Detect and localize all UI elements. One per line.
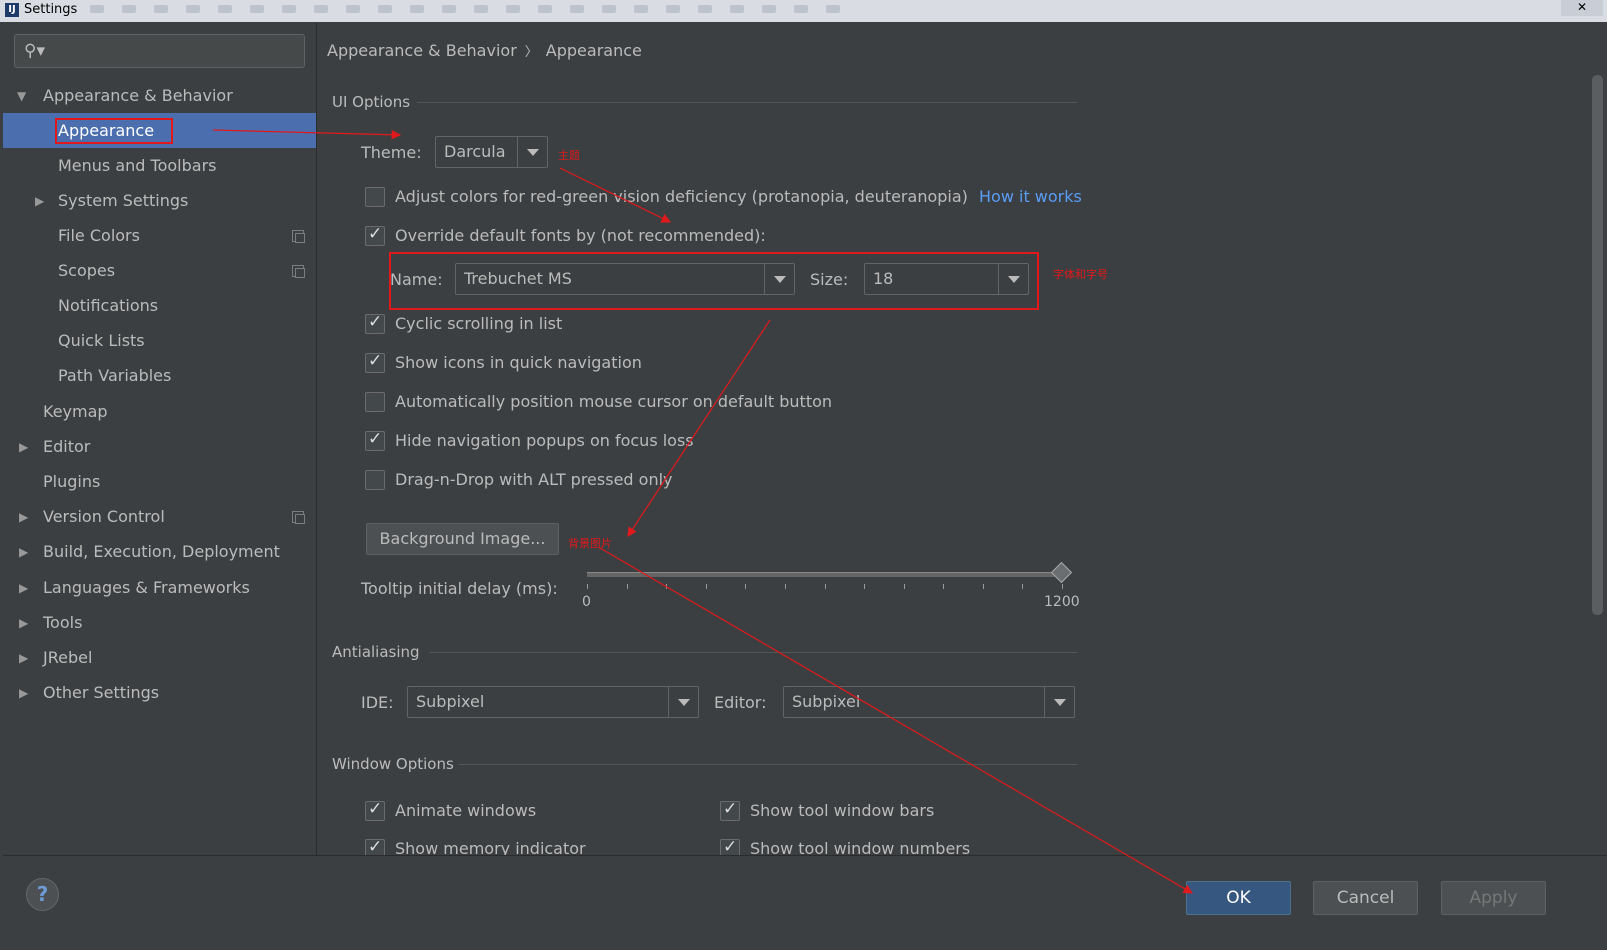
editor-aa-select[interactable]: Subpixel: [783, 686, 1075, 718]
sidebar-item-quick-lists[interactable]: Quick Lists: [58, 323, 145, 358]
background-image-button[interactable]: Background Image...: [366, 523, 559, 555]
collapsed-arrow-icon[interactable]: ▶: [19, 545, 28, 559]
ide-aa-select[interactable]: Subpixel: [407, 686, 699, 718]
auto-position-checkbox[interactable]: [365, 392, 385, 412]
show-icons-checkbox[interactable]: [365, 351, 385, 373]
auto-position-label: Automatically position mouse cursor on d…: [395, 392, 833, 411]
ide-aa-value: Subpixel: [416, 692, 485, 711]
sidebar-item-notifications[interactable]: Notifications: [58, 288, 158, 323]
sidebar-item-editor[interactable]: Editor: [43, 429, 90, 464]
slider-thumb[interactable]: [1050, 561, 1073, 584]
collapsed-arrow-icon[interactable]: ▶: [19, 616, 28, 630]
sidebar-item-scopes[interactable]: Scopes: [58, 253, 115, 288]
sidebar-item-jrebel[interactable]: JRebel: [43, 640, 92, 675]
collapsed-arrow-icon[interactable]: ▶: [19, 510, 28, 524]
search-input[interactable]: ⚲▾: [14, 34, 305, 68]
ok-button[interactable]: OK: [1186, 881, 1291, 915]
cyclic-scrolling-label: Cyclic scrolling in list: [395, 314, 563, 333]
editor-aa-label: Editor:: [714, 693, 767, 712]
hide-popups-label: Hide navigation popups on focus loss: [395, 431, 694, 450]
settings-content: Appearance & Behavior 〉 Appearance UI Opti…: [317, 23, 1607, 859]
expanded-arrow-icon[interactable]: ▼: [17, 89, 26, 103]
collapsed-arrow-icon[interactable]: ▶: [19, 686, 28, 700]
section-divider: [459, 764, 1077, 765]
annotation-font-note: 字体和字号: [1053, 268, 1108, 281]
theme-label: Theme:: [361, 143, 422, 162]
vertical-scrollbar[interactable]: [1592, 75, 1603, 615]
collapsed-arrow-icon[interactable]: ▶: [19, 581, 28, 595]
drag-drop-checkbox[interactable]: [365, 470, 385, 490]
sidebar-item-tools[interactable]: Tools: [43, 605, 82, 640]
annotation-bg-note: 背景图片: [568, 537, 612, 550]
sidebar-item-file-colors[interactable]: File Colors: [58, 218, 140, 253]
sidebar-item-languages[interactable]: Languages & Frameworks: [43, 570, 250, 605]
breadcrumb-parent[interactable]: Appearance & Behavior: [327, 41, 517, 60]
background-toolbar-icons: [90, 2, 870, 13]
chevron-down-icon: [517, 137, 547, 167]
sidebar-item-path-variables[interactable]: Path Variables: [58, 358, 171, 393]
section-ui-options: UI Options: [332, 93, 411, 111]
section-divider: [429, 652, 1077, 653]
show-tool-window-bars-checkbox[interactable]: [720, 799, 740, 821]
tooltip-delay-label: Tooltip initial delay (ms):: [361, 579, 558, 598]
animate-windows-label: Animate windows: [395, 801, 537, 820]
show-icons-label: Show icons in quick navigation: [395, 353, 642, 372]
breadcrumb: Appearance & Behavior 〉 Appearance: [327, 41, 642, 60]
collapsed-arrow-icon[interactable]: ▶: [35, 194, 44, 208]
how-it-works-link[interactable]: How it works: [979, 187, 1082, 206]
help-button[interactable]: ?: [26, 878, 59, 911]
drag-drop-label: Drag-n-Drop with ALT pressed only: [395, 470, 673, 489]
annotation-box-appearance: [55, 118, 173, 144]
settings-sidebar: ⚲▾ ▼ Appearance & Behavior Appearance Me…: [3, 23, 317, 855]
apply-button[interactable]: Apply: [1441, 881, 1546, 915]
editor-aa-value: Subpixel: [792, 692, 861, 711]
override-fonts-label: Override default fonts by (not recommend…: [395, 226, 766, 245]
override-fonts-checkbox[interactable]: [365, 224, 385, 246]
search-icon: ⚲▾: [24, 41, 45, 61]
section-window-options: Window Options: [332, 755, 454, 773]
show-tool-window-bars-label: Show tool window bars: [750, 801, 935, 820]
window-title: Settings: [24, 2, 78, 17]
animate-windows-checkbox[interactable]: [365, 799, 385, 821]
theme-value: Darcula: [444, 142, 506, 161]
window-close-button[interactable]: ✕: [1561, 0, 1603, 16]
sidebar-item-system-settings[interactable]: System Settings: [58, 183, 188, 218]
sidebar-item-keymap[interactable]: Keymap: [43, 394, 108, 429]
section-antialiasing: Antialiasing: [332, 643, 420, 661]
annotation-box-font: [389, 252, 1039, 310]
dialog-footer: ? OK Cancel Apply: [3, 855, 1607, 950]
tooltip-delay-slider[interactable]: [587, 572, 1062, 577]
breadcrumb-current: Appearance: [545, 41, 642, 60]
annotation-theme-note: 主题: [558, 149, 580, 162]
sidebar-item-version-control[interactable]: Version Control: [43, 499, 165, 534]
chevron-down-icon: [668, 687, 698, 717]
adjust-colors-label: Adjust colors for red-green vision defic…: [395, 187, 968, 206]
chevron-down-icon: [1044, 687, 1074, 717]
project-level-icon: [292, 230, 305, 243]
slider-max-label: 1200: [1044, 594, 1080, 610]
section-divider: [417, 102, 1077, 103]
sidebar-item-other-settings[interactable]: Other Settings: [43, 675, 159, 710]
project-level-icon: [292, 265, 305, 278]
collapsed-arrow-icon[interactable]: ▶: [19, 440, 28, 454]
theme-select[interactable]: Darcula: [435, 136, 548, 168]
sidebar-item-appearance-behavior[interactable]: Appearance & Behavior: [43, 78, 233, 113]
sidebar-item-menus-toolbars[interactable]: Menus and Toolbars: [58, 148, 217, 183]
cancel-button[interactable]: Cancel: [1313, 881, 1418, 915]
hide-popups-checkbox[interactable]: [365, 429, 385, 451]
collapsed-arrow-icon[interactable]: ▶: [19, 651, 28, 665]
sidebar-item-build-execution[interactable]: Build, Execution, Deployment: [43, 534, 280, 569]
window-titlebar: IJ Settings ✕: [0, 0, 1607, 22]
slider-min-label: 0: [582, 594, 591, 610]
intellij-app-icon: IJ: [5, 3, 19, 17]
project-level-icon: [292, 511, 305, 524]
breadcrumb-separator: 〉: [524, 45, 538, 60]
sidebar-item-plugins[interactable]: Plugins: [43, 464, 100, 499]
cyclic-scrolling-checkbox[interactable]: [365, 312, 385, 334]
adjust-colors-checkbox[interactable]: [365, 187, 385, 207]
ide-aa-label: IDE:: [361, 693, 394, 712]
